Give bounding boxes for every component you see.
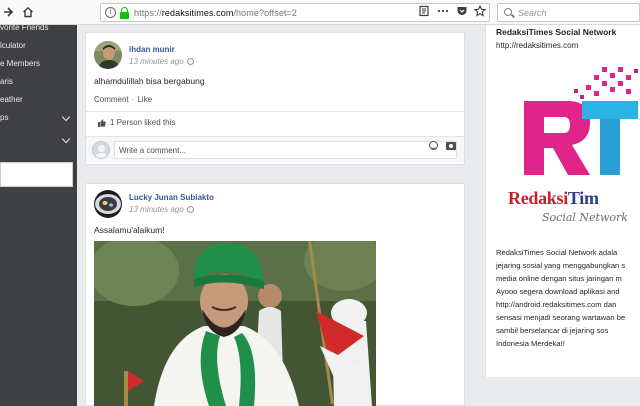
description-line: http://android.redaksitimes.com dan [496, 300, 617, 309]
chevron-down-icon [61, 134, 71, 144]
sidebar-item-more[interactable] [0, 131, 77, 149]
left-sidebar: vorite Friends lculator e Members aris e… [0, 23, 77, 406]
thumbs-up-icon [98, 119, 106, 127]
sidebar-item-label: ps [0, 113, 9, 122]
likes-count-text[interactable]: 1 Person liked this [110, 118, 175, 127]
comment-input[interactable]: Write a comment... [114, 141, 457, 159]
description-line: sambil berselancar di jejaring sos [496, 326, 609, 335]
more-actions-icon[interactable] [437, 5, 449, 17]
site-description: RedaksiTimes Social Network adala jejari… [496, 246, 640, 350]
sidebar-item-label: vorite Friends [0, 23, 49, 32]
search-bar[interactable]: Search [497, 3, 640, 22]
search-icon [504, 8, 512, 16]
site-link[interactable]: http://redaksitimes.com [496, 41, 578, 50]
description-line: sensasi menjadi seorang wartawan be [496, 313, 626, 322]
post-card: ihdan munir 13 minutes ago alhamdulillah… [85, 32, 465, 165]
globe-icon [186, 206, 194, 213]
home-icon[interactable] [20, 4, 36, 20]
pocket-icon[interactable] [456, 5, 468, 17]
sidebar-item-calculator[interactable]: lculator [0, 37, 77, 55]
brand-wordmark: RedaksiTim [508, 188, 599, 209]
sidebar-item-apps[interactable]: ps [0, 109, 77, 127]
sidebar-search-input[interactable] [0, 162, 73, 187]
forward-icon[interactable] [0, 4, 16, 20]
post-time-text: 13 minutes ago [129, 57, 184, 66]
sidebar-item-weather[interactable]: eather [0, 91, 77, 109]
info-icon[interactable]: i [105, 7, 116, 18]
chevron-down-icon [61, 112, 71, 122]
post-text: Assalamu'alaikum! [94, 225, 165, 235]
redaksitimes-logo[interactable] [498, 65, 640, 265]
description-line: RedaksiTimes Social Network adala [496, 248, 618, 257]
post-photo[interactable] [94, 241, 376, 406]
post-text: alhamdulillah bisa bergabung [94, 76, 205, 86]
sidebar-item-favorite-friends[interactable]: vorite Friends [0, 19, 77, 37]
sidebar-item-label: eather [0, 95, 23, 104]
comment-placeholder: Write a comment... [119, 146, 186, 155]
post-timestamp[interactable]: 13 minutes ago [129, 57, 194, 66]
avatar[interactable] [94, 41, 122, 69]
brand-blue-text: Tim [567, 188, 599, 208]
emoji-icon[interactable] [429, 141, 438, 150]
sidebar-item-label: e Members [0, 59, 41, 68]
search-placeholder: Search [518, 8, 547, 18]
description-line: Ayooo segera download aplikasi and [496, 287, 620, 296]
url-text[interactable]: https://redaksitimes.com/home?offset=2 [134, 8, 297, 18]
sidebar-item-aris[interactable]: aris [0, 73, 77, 91]
globe-icon [186, 58, 194, 65]
comment-composer: Write a comment... [86, 136, 464, 162]
avatar [92, 141, 110, 159]
action-separator: · [131, 95, 135, 104]
avatar[interactable] [94, 190, 122, 218]
sidebar-item-label: lculator [0, 41, 26, 50]
url-bar[interactable]: i https://redaksitimes.com/home?offset=2 [100, 3, 490, 22]
brand-red-text: Redaksi [508, 188, 568, 208]
post-actions: Comment · Like [94, 95, 152, 104]
bookmark-star-icon[interactable] [473, 4, 487, 17]
camera-icon[interactable] [446, 142, 456, 150]
description-line: media online dengan situs jaringan m [496, 274, 622, 283]
right-panel-content: RedaksiTimes Social Network http://redak… [486, 25, 640, 377]
sidebar-item-members[interactable]: e Members [0, 55, 77, 73]
post-author[interactable]: ihdan munir [129, 45, 175, 54]
url-path: /home?offset=2 [233, 8, 297, 18]
site-title: RedaksiTimes Social Network [496, 27, 617, 37]
brand-tagline: Social Network [542, 211, 628, 224]
comment-link[interactable]: Comment [94, 95, 129, 104]
description-line: Indonesia Merdeka!! [496, 339, 565, 348]
sidebar-item-label: aris [0, 77, 13, 86]
likes-summary: 1 Person liked this [86, 111, 464, 133]
url-host: redaksitimes.com [161, 8, 234, 18]
right-panel: RedaksiTimes Social Network http://redak… [485, 25, 640, 377]
reader-view-icon[interactable] [418, 5, 430, 17]
post-author[interactable]: Lucky Junan Subiakto [129, 193, 214, 202]
browser-toolbar: i https://redaksitimes.com/home?offset=2… [0, 0, 640, 25]
description-line: jejaring sosial yang menggabungkan s [496, 261, 626, 270]
post-timestamp[interactable]: 13 minutes ago [129, 205, 194, 214]
lock-icon[interactable] [120, 7, 129, 19]
url-scheme: https:// [134, 8, 162, 18]
post-time-text: 13 minutes ago [129, 205, 184, 214]
like-link[interactable]: Like [137, 95, 152, 104]
